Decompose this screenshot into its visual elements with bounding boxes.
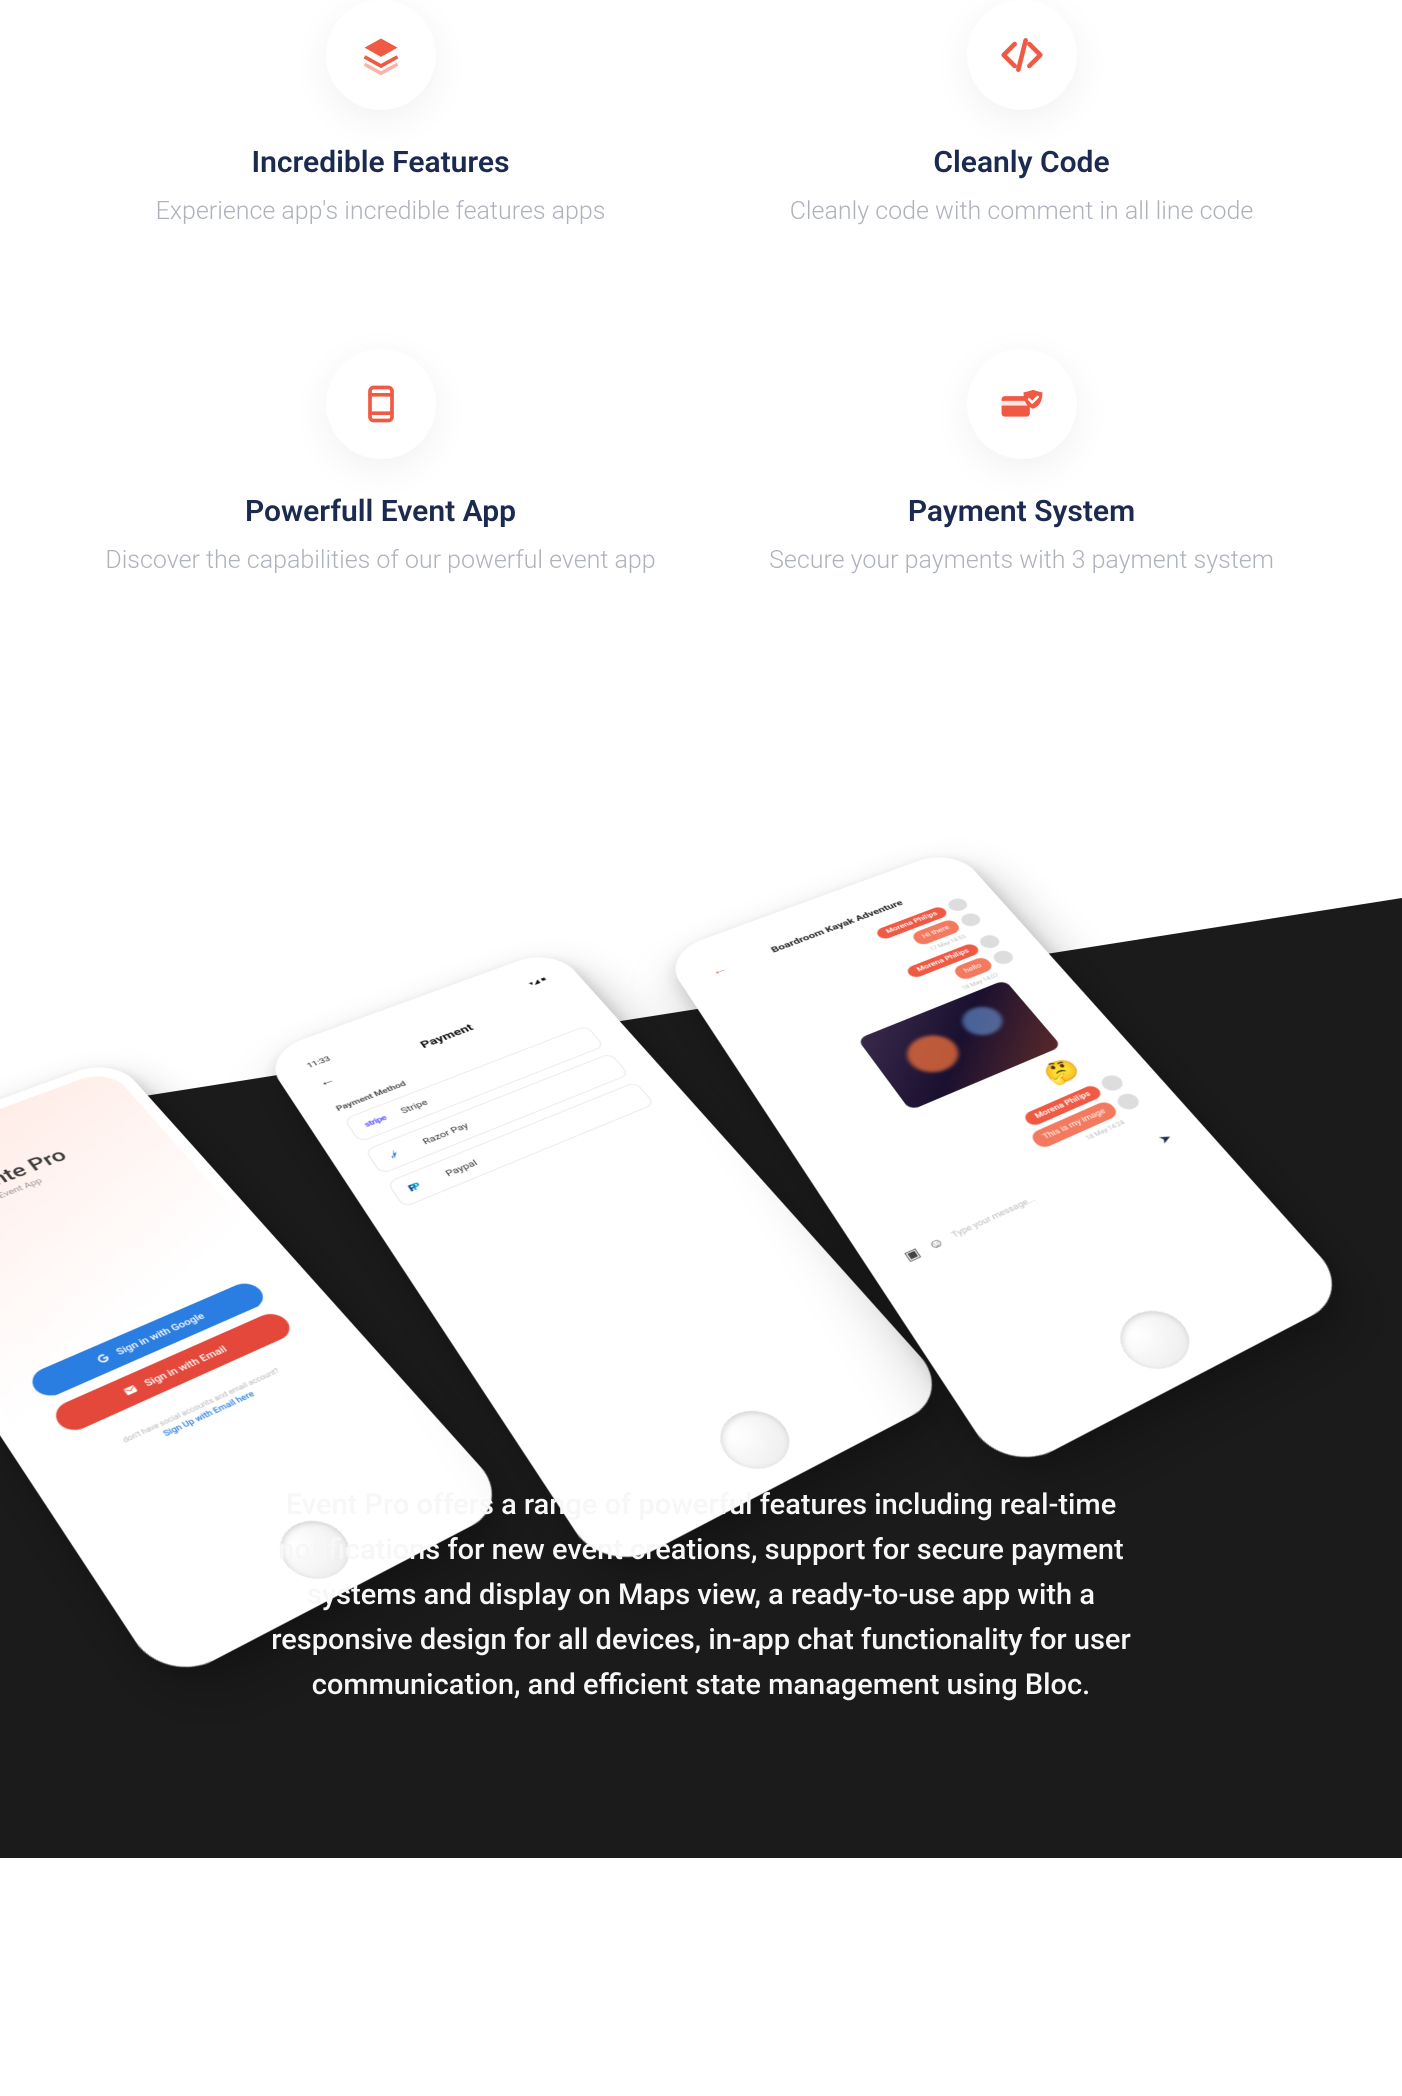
code-icon [967, 0, 1077, 110]
hero-section: Evente Pro Mobile Event App Sign in with… [0, 658, 1402, 1858]
feature-card-payment: Payment System Secure your payments with… [741, 349, 1302, 578]
feature-card-code: Cleanly Code Cleanly code with comment i… [741, 0, 1302, 229]
feature-desc: Discover the capabilities of our powerfu… [105, 543, 655, 578]
stripe-icon: stripe [363, 1114, 388, 1129]
feature-title: Incredible Features [252, 145, 510, 180]
brand-row: Evente Pro Mobile Event App [0, 1117, 152, 1233]
avatar [1114, 1091, 1143, 1112]
feature-title: Powerfull Event App [245, 494, 516, 529]
layers-icon [326, 0, 436, 110]
avatar [977, 933, 1003, 951]
features-grid: Incredible Features Experience app's inc… [0, 0, 1402, 658]
camera-icon[interactable]: ▣ [901, 1245, 923, 1264]
feature-desc: Experience app's incredible features app… [156, 194, 606, 229]
avatar [990, 948, 1016, 966]
feature-card-incredible: Incredible Features Experience app's inc… [100, 0, 661, 229]
device-icon [326, 349, 436, 459]
payment-shield-icon [967, 349, 1077, 459]
feature-desc: Secure your payments with 3 payment syst… [769, 543, 1274, 578]
avatar [945, 896, 970, 913]
hero-description: Event Pro offers a range of powerful fea… [241, 1483, 1161, 1708]
send-icon[interactable]: ➤ [1155, 1131, 1175, 1147]
back-icon[interactable]: ← [708, 962, 730, 979]
feature-title: Payment System [908, 494, 1135, 529]
razorpay-icon [384, 1142, 416, 1161]
avatar [1098, 1073, 1127, 1094]
feature-desc: Cleanly code with comment in all line co… [790, 194, 1254, 229]
feature-card-event-app: Powerfull Event App Discover the capabil… [100, 349, 661, 578]
avatar [958, 911, 984, 928]
feature-title: Cleanly Code [933, 145, 1109, 180]
